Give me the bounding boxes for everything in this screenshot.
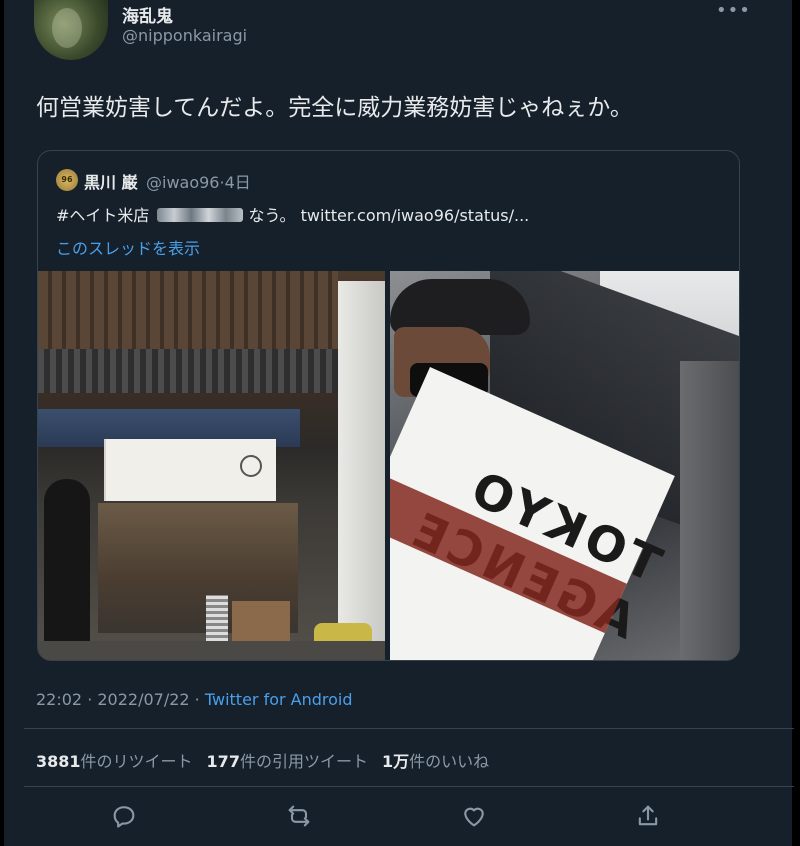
storefront-photo[interactable] — [38, 271, 385, 660]
meta-separator: · — [189, 690, 205, 709]
wooden-facade — [38, 271, 338, 361]
likes-stat[interactable]: 1万件のいいね — [382, 752, 489, 771]
noren-logo — [240, 455, 262, 477]
wooden-box — [232, 601, 290, 645]
quoted-text-rest: なう。 twitter.com/iwao96/status/... — [248, 206, 530, 225]
tweet-meta: 22:02 · 2022/07/22 · Twitter for Android — [36, 690, 353, 709]
tweet-stats: 3881件のリツイート 177件の引用ツイート 1万件のいいね — [36, 748, 489, 772]
author-display-name[interactable]: 海乱鬼 — [122, 2, 173, 27]
umbrella-stand — [206, 595, 228, 647]
tweet-screen: 海乱鬼 @nipponkairagi ••• 何営業妨害してんだよ。完全に威力業… — [0, 0, 800, 846]
meta-separator: · — [82, 690, 98, 709]
retweets-stat[interactable]: 3881件のリツイート — [36, 752, 193, 771]
quoted-author-name: 黒川 巌 — [84, 173, 138, 192]
divider-top — [24, 728, 794, 729]
quoted-text-hashtag: #ヘイト米店 — [56, 206, 155, 225]
tiled-roof — [38, 349, 338, 393]
tweet-date[interactable]: 2022/07/22 — [97, 690, 189, 709]
share-icon[interactable] — [634, 802, 662, 830]
tweet-text: 何営業妨害してんだよ。完全に威力業務妨害じゃねぇか。 — [36, 95, 633, 121]
tweet-source[interactable]: Twitter for Android — [205, 690, 353, 709]
retweets-count: 3881 — [36, 752, 81, 771]
redacted-text-blur — [156, 208, 243, 222]
person-figure — [44, 479, 90, 649]
quotes-stat[interactable]: 177件の引用ツイート — [207, 752, 368, 771]
protest-sign-photo[interactable]: TOKYO AGENCE — [390, 271, 739, 660]
storefront-pillar — [338, 281, 385, 660]
quoted-author-handle-time: @iwao96·4日 — [146, 173, 251, 192]
tweet-time[interactable]: 22:02 — [36, 690, 82, 709]
retweets-label: 件のリツイート — [80, 752, 193, 771]
likes-count: 1万 — [381, 752, 410, 771]
pavement — [38, 641, 385, 660]
author-handle[interactable]: @nipponkairagi — [122, 26, 247, 45]
author-avatar[interactable] — [34, 0, 108, 60]
quotes-label: 件の引用ツイート — [239, 752, 368, 771]
more-icon[interactable]: ••• — [716, 0, 750, 22]
quotes-count: 177 — [206, 752, 240, 771]
quoted-author-avatar: 96 — [56, 169, 78, 191]
retweet-icon[interactable] — [285, 802, 313, 830]
quoted-tweet-card[interactable]: 96 黒川 巌 @iwao96·4日 #ヘイト米店 なう。 twitter.co… — [37, 150, 740, 661]
show-thread-link[interactable]: このスレッドを表示 — [56, 235, 200, 259]
divider-bottom — [24, 786, 794, 787]
reply-icon[interactable] — [110, 802, 138, 830]
quoted-tweet-text: #ヘイト米店 なう。 twitter.com/iwao96/status/... — [56, 202, 529, 226]
heart-icon[interactable] — [460, 802, 488, 830]
likes-label: 件のいいね — [409, 752, 490, 771]
building-wall — [680, 361, 739, 660]
